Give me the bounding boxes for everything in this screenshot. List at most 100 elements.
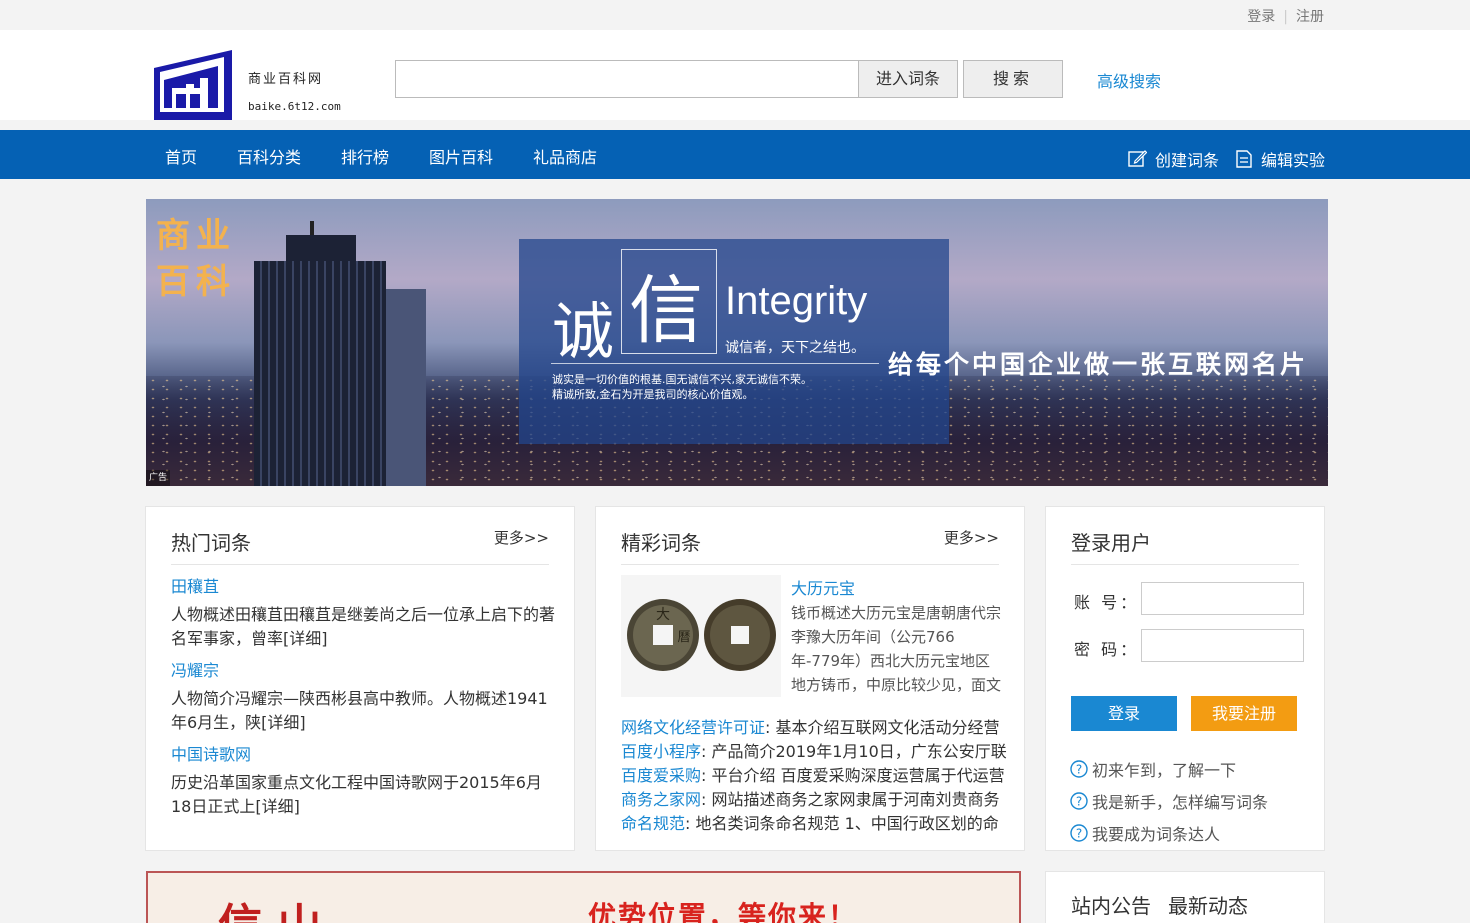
question-icon: ? [1070,792,1088,810]
banner-corner-line1: 商业 [156,216,236,256]
nav-item-images[interactable]: 图片百科 [429,144,493,168]
help-link-expert[interactable]: ? 我要成为词条达人 [1070,821,1220,845]
top-login-link[interactable]: 登录 [1247,9,1275,25]
document-icon [1236,150,1252,168]
svg-text:?: ? [1076,795,1082,809]
divider: | [1283,9,1288,25]
nav-item-ranking[interactable]: 排行榜 [341,144,389,168]
help-link-label: 我要成为词条达人 [1092,825,1221,844]
banner-tower [254,261,386,486]
featured-item-title[interactable]: 商务之家网 [621,790,701,809]
banner-xin: 信 [629,268,703,354]
banner-desc-line2: 精诚所致,金石为开是我司的核心价值观。 [552,388,754,401]
featured-item-desc: : 基本介绍互联网文化活动分经营 [765,718,1000,737]
tab-latest-news[interactable]: 最新动态 [1168,890,1248,919]
featured-entries-panel: 精彩词条 更多>> 大 曆 大历元宝 钱币概述大历元宝是唐朝唐代宗李豫大历年间（… [595,506,1025,851]
featured-more-link[interactable]: 更多>> [944,527,999,548]
featured-item-title[interactable]: 百度小程序 [621,742,701,761]
password-field[interactable] [1141,629,1304,662]
site-logo[interactable] [154,50,232,120]
nav-item-home[interactable]: 首页 [165,144,197,168]
register-button[interactable]: 我要注册 [1191,696,1297,731]
featured-main-desc: 钱币概述大历元宝是唐朝唐代宗李豫大历年间（公元766年-779年）西北大历元宝地… [791,604,1001,701]
main-nav: 首页 百科分类 排行榜 图片百科 礼品商店 创建词条 编辑实验 [0,130,1470,179]
list-item: 田穰苴 人物概述田穰苴田穰苴是继姜尚之后一位承上启下的著名军事家，曾率[详细] [171,575,556,651]
bottom-ad-promo: 优势位置，等你来！ [588,900,859,923]
bottom-ad-big-text: 信 山 [218,889,321,923]
edit-lab-link[interactable]: 编辑实验 [1235,147,1325,171]
edit-icon [1128,150,1147,167]
header: 商业百科网 baike.6t12.com 进入词条 搜索 高级搜索 [0,30,1470,120]
account-label: 账 号： [1074,593,1140,612]
featured-item-desc: : 地名类词条命名规范 1、中国行政区划的命 [685,814,999,833]
hot-entries-panel: 热门词条 更多>> 田穰苴 人物概述田穰苴田穰苴是继姜尚之后一位承上启下的著名军… [145,506,575,851]
top-register-link[interactable]: 注册 [1296,9,1324,25]
list-item: 中国诗歌网 历史沿革国家重点文化工程中国诗歌网于2015年6月18日正式上[详细… [171,743,556,819]
featured-main-title[interactable]: 大历元宝 [791,575,855,599]
search-button[interactable]: 搜索 [963,60,1063,98]
hot-entries-list: 田穰苴 人物概述田穰苴田穰苴是继姜尚之后一位承上启下的著名军事家，曾率[详细] … [171,575,556,827]
list-item: 百度爱采购: 平台介绍 百度爱采购深度运营属于代运营 [621,764,1011,788]
featured-item-desc: : 产品简介2019年1月10日，广东公安厅联 [701,742,1007,761]
login-panel: 登录用户 账 号： 密 码： 登录 我要注册 ? 初来乍到，了解一下 ? 我是新… [1045,506,1325,851]
svg-text:?: ? [1076,827,1082,841]
top-bar: 登录 | 注册 [0,0,1470,30]
login-panel-title: 登录用户 [1071,531,1151,555]
banner-tower-side [386,289,426,486]
nav-item-categories[interactable]: 百科分类 [237,144,301,168]
hot-entry-title[interactable]: 中国诗歌网 [171,743,556,767]
create-entry-label: 创建词条 [1155,151,1220,170]
hot-entry-desc: 历史沿革国家重点文化工程中国诗歌网于2015年6月18日正式上[详细] [171,773,542,816]
banner-tagline: 给每个中国企业做一张互联网名片 [888,350,1309,379]
featured-image[interactable]: 大 曆 [621,575,781,697]
advanced-search-link[interactable]: 高级搜索 [1097,68,1161,92]
question-icon: ? [1070,824,1088,842]
banner-divider [551,363,879,364]
coin-image: 大 曆 [627,599,776,671]
hot-entry-desc: 人物简介冯耀宗—陕西彬县高中教师。人物概述1941年6月生，陕[详细] [171,689,548,732]
list-item: 商务之家网: 网站描述商务之家网隶属于河南刘贵商务 [621,788,1011,812]
list-item: 网络文化经营许可证: 基本介绍互联网文化活动分经营 [621,716,1011,740]
question-icon: ? [1070,760,1088,778]
banner-cheng: 诚 [552,295,615,368]
featured-item-title[interactable]: 百度爱采购 [621,766,701,785]
help-link-label: 初来乍到，了解一下 [1092,761,1237,780]
help-link-label: 我是新手，怎样编写词条 [1092,793,1269,812]
featured-item-title[interactable]: 命名规范 [621,814,685,833]
list-item: 冯耀宗 人物简介冯耀宗—陕西彬县高中教师。人物概述1941年6月生，陕[详细] [171,659,556,735]
ad-tag: 广告 [146,470,170,486]
login-button[interactable]: 登录 [1071,696,1177,731]
account-field[interactable] [1141,582,1304,615]
banner-integrity: Integrity [725,279,868,323]
tab-announcements[interactable]: 站内公告 [1071,890,1151,919]
list-item: 命名规范: 地名类词条命名规范 1、中国行政区划的命 [621,812,1011,836]
banner-corner-title: 商业 百科 [156,213,236,305]
divider [171,564,549,565]
hot-entries-title: 热门词条 [171,531,251,555]
banner-desc-line1: 诚实是一切价值的根基.国无诚信不兴,家无诚信不荣。 [552,373,812,386]
enter-entry-button[interactable]: 进入词条 [858,60,958,98]
banner-panel: 诚 信 Integrity 诚信者，天下之结也。 诚实是一切价值的根基.国无诚信… [519,239,949,444]
create-entry-link[interactable]: 创建词条 [1128,147,1219,171]
search-input[interactable] [395,60,859,98]
logo-domain: baike.6t12.com [248,100,341,113]
divider [621,564,999,565]
coin-char-right: 曆 [677,630,690,645]
coin-char-top: 大 [656,607,670,623]
featured-item-title[interactable]: 网络文化经营许可证 [621,718,765,737]
password-label: 密 码： [1074,640,1140,659]
hot-entry-title[interactable]: 冯耀宗 [171,659,556,683]
help-link-newbie[interactable]: ? 我是新手，怎样编写词条 [1070,789,1268,813]
featured-item-desc: : 平台介绍 百度爱采购深度运营属于代运营 [701,766,1005,785]
nav-item-gift-shop[interactable]: 礼品商店 [533,144,597,168]
featured-entries-title: 精彩词条 [621,531,701,555]
hot-entry-title[interactable]: 田穰苴 [171,575,556,599]
logo-text: 商业百科网 [248,72,324,87]
help-link-intro[interactable]: ? 初来乍到，了解一下 [1070,757,1236,781]
featured-item-desc: : 网站描述商务之家网隶属于河南刘贵商务 [701,790,1000,809]
bottom-ad-banner[interactable]: 信 山 优势位置，等你来！ [146,871,1021,923]
hot-more-link[interactable]: 更多>> [494,527,549,548]
list-item: 百度小程序: 产品简介2019年1月10日，广东公安厅联 [621,740,1011,764]
top-links: 登录 | 注册 [1247,6,1324,26]
banner-ad[interactable]: 商业 百科 诚 信 Integrity 诚信者，天下之结也。 诚实是一切价值的根… [146,199,1328,486]
